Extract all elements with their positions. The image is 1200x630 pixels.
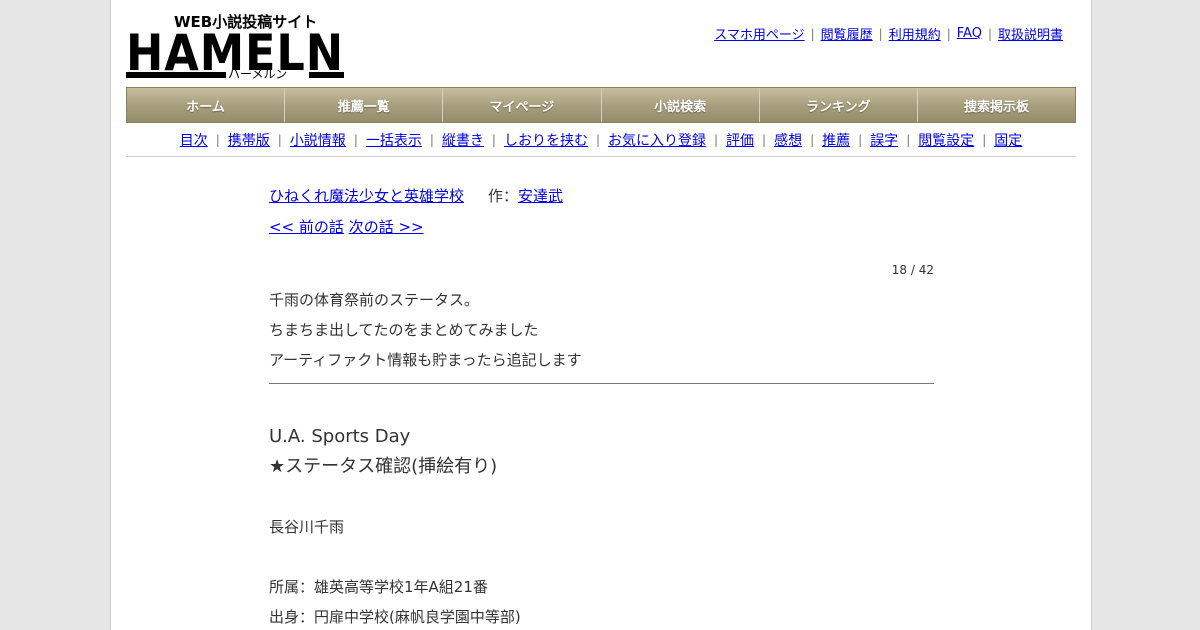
subnav-recommend[interactable]: 推薦 [822, 130, 850, 150]
novel-title-link[interactable]: ひねくれ魔法少女と英雄学校 [269, 185, 464, 206]
chapter-heading: U.A. Sports Day ★ステータス確認(挿絵有り) [269, 422, 934, 482]
subnav-pin[interactable]: 固定 [994, 130, 1022, 150]
subnav-typo[interactable]: 誤字 [870, 130, 898, 150]
history-link[interactable]: 閲覧履歴 [821, 24, 873, 43]
manual-link[interactable]: 取扱説明書 [998, 24, 1063, 43]
subnav-all[interactable]: 一括表示 [366, 130, 422, 150]
subnav-settings[interactable]: 閲覧設定 [918, 130, 974, 150]
smartphone-page-link[interactable]: スマホ用ページ [714, 24, 804, 43]
chapter-heading-1: U.A. Sports Day [269, 426, 411, 447]
prev-chapter-link[interactable]: << 前の話 [269, 218, 344, 236]
nav-ranking[interactable]: ランキング [759, 88, 918, 122]
subnav-review[interactable]: 感想 [774, 130, 802, 150]
subnav-mobile[interactable]: 携帯版 [228, 130, 270, 150]
nav-home[interactable]: ホーム [127, 88, 286, 122]
top-links: スマホ用ページ | 閲覧履歴 | 利用規約 | FAQ | 取扱説明書 [714, 24, 1063, 43]
page-container: WEB小説投稿サイト HAMELN ハーメルン スマホ用ページ | 閲覧履歴 |… [110, 0, 1092, 630]
hameln-logo[interactable]: WEB小説投稿サイト HAMELN ハーメルン [126, 10, 346, 80]
author-link[interactable]: 安達武 [518, 185, 563, 206]
subnav-bookmark[interactable]: しおりを挟む [504, 130, 588, 150]
preface: 千雨の体育祭前のステータス。 ちまちま出してたのをまとめてみました アーティファ… [269, 285, 934, 375]
subnav-vertical[interactable]: 縦書き [442, 130, 484, 150]
preface-line: 千雨の体育祭前のステータス。 [269, 291, 480, 309]
main-nav: ホーム 推薦一覧 マイページ 小説検索 ランキング 捜索掲示板 [126, 87, 1076, 123]
chapter-body: 長谷川千雨 所属：雄英高等学校1年A組21番 出身：円扉中学校(麻帆良学園中等部… [269, 482, 934, 630]
divider [126, 156, 1076, 157]
preface-divider [269, 383, 934, 384]
nav-mypage[interactable]: マイページ [443, 88, 602, 122]
origin-line: 出身：円扉中学校(麻帆良学園中等部) [269, 608, 521, 626]
next-chapter-link[interactable]: 次の話 >> [349, 218, 424, 236]
svg-text:ハーメルン: ハーメルン [228, 67, 287, 80]
terms-link[interactable]: 利用規約 [889, 24, 941, 43]
sub-nav: 目次 | 携帯版 | 小説情報 | 一括表示 | 縦書き | しおりを挟む | お気に入り登… [126, 130, 1076, 150]
faq-link[interactable]: FAQ [957, 26, 982, 41]
title-row: ひねくれ魔法少女と英雄学校 作： 安達武 [269, 185, 934, 206]
subnav-info[interactable]: 小説情報 [290, 130, 346, 150]
character-name: 長谷川千雨 [269, 518, 345, 536]
nav-search[interactable]: 小説検索 [601, 88, 760, 122]
preface-line: アーティファクト情報も貯まったら追記します [269, 351, 582, 369]
author-label: 作： [488, 187, 519, 205]
nav-recommend[interactable]: 推薦一覧 [285, 88, 444, 122]
preface-line: ちまちま出してたのをまとめてみました [269, 321, 539, 339]
chapter-heading-2: ★ステータス確認(挿絵有り) [269, 456, 498, 477]
nav-board[interactable]: 捜索掲示板 [917, 88, 1076, 122]
prev-next: << 前の話 次の話 >> [269, 216, 934, 237]
affiliation-line: 所属：雄英高等学校1年A組21番 [269, 578, 488, 596]
novel-content: ひねくれ魔法少女と英雄学校 作： 安達武 << 前の話 次の話 >> 18 / 4… [269, 185, 934, 630]
subnav-favorite[interactable]: お気に入り登録 [608, 130, 706, 150]
chapter-counter: 18 / 42 [891, 263, 934, 277]
subnav-toc[interactable]: 目次 [180, 130, 208, 150]
subnav-rate[interactable]: 評価 [726, 130, 754, 150]
